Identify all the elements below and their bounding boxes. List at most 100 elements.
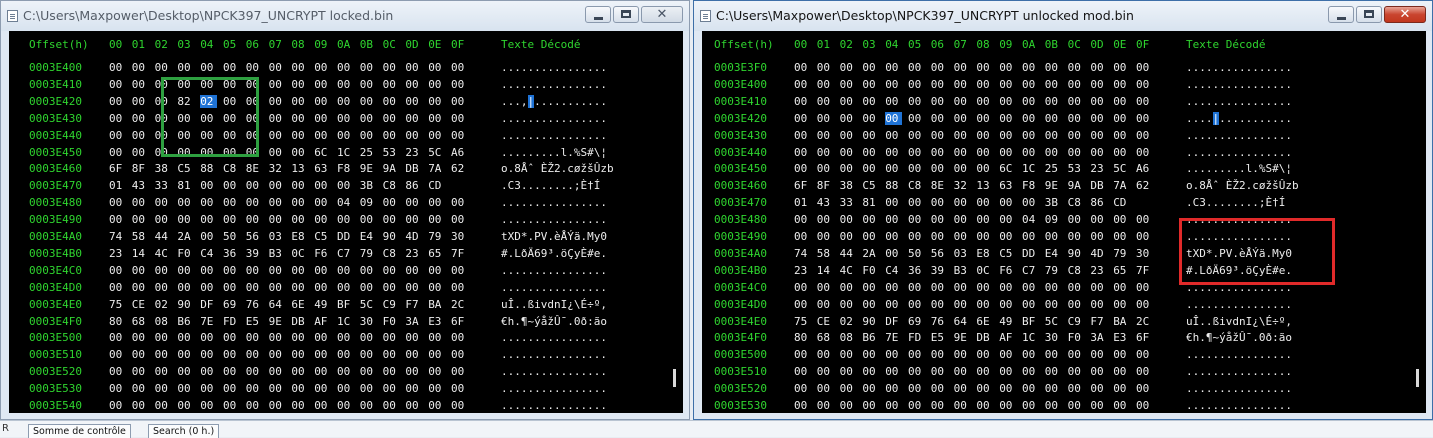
hex-byte[interactable]: 00: [383, 112, 400, 125]
hex-byte[interactable]: 49: [999, 315, 1016, 328]
hex-byte[interactable]: 00: [954, 61, 971, 74]
hex-byte[interactable]: 00: [337, 95, 354, 108]
hex-byte[interactable]: 7E: [885, 331, 902, 344]
hex-byte[interactable]: 00: [451, 129, 468, 142]
hex-byte[interactable]: 00: [954, 365, 971, 378]
hex-byte[interactable]: 00: [155, 382, 172, 395]
hex-byte[interactable]: 62: [1136, 179, 1153, 192]
hex-byte[interactable]: 00: [109, 146, 126, 159]
hex-byte[interactable]: 00: [1113, 298, 1130, 311]
hex-byte[interactable]: 00: [1113, 95, 1130, 108]
hex-byte[interactable]: C7: [337, 247, 354, 260]
hex-byte[interactable]: 00: [405, 348, 422, 361]
hex-byte[interactable]: 90: [177, 298, 194, 311]
hex-byte[interactable]: 9E: [954, 331, 971, 344]
hex-byte[interactable]: 00: [931, 365, 948, 378]
hex-byte[interactable]: 00: [1068, 95, 1085, 108]
hex-byte[interactable]: 00: [999, 146, 1016, 159]
hex-byte[interactable]: 09: [1045, 213, 1062, 226]
hex-byte[interactable]: 00: [428, 196, 445, 209]
hex-byte[interactable]: 00: [383, 264, 400, 277]
hex-byte[interactable]: 00: [1113, 213, 1130, 226]
hex-byte[interactable]: BA: [1113, 315, 1130, 328]
hex-byte[interactable]: C9: [1068, 315, 1085, 328]
hex-byte[interactable]: 00: [840, 213, 857, 226]
hex-byte[interactable]: FD: [223, 315, 240, 328]
hex-byte[interactable]: 00: [451, 348, 468, 361]
hex-byte[interactable]: 00: [976, 399, 993, 412]
decoded-text[interactable]: ................: [1186, 348, 1292, 361]
hex-byte[interactable]: 00: [908, 348, 925, 361]
hex-byte[interactable]: E8: [291, 230, 308, 243]
hex-byte[interactable]: 36: [223, 247, 240, 260]
hex-byte[interactable]: 00: [405, 399, 422, 412]
hex-byte[interactable]: 00: [269, 196, 286, 209]
hex-byte[interactable]: 00: [1022, 281, 1039, 294]
decoded-text[interactable]: ................: [501, 196, 607, 209]
hex-byte[interactable]: 00: [269, 95, 286, 108]
hex-byte[interactable]: 00: [223, 382, 240, 395]
hex-byte[interactable]: 86: [1090, 196, 1107, 209]
hex-byte[interactable]: 00: [1090, 298, 1107, 311]
hex-byte[interactable]: AF: [314, 315, 331, 328]
hex-byte[interactable]: 00: [908, 61, 925, 74]
hex-byte[interactable]: 00: [314, 95, 331, 108]
decoded-text[interactable]: #.LðÄ69³.öÇyÈ#e.: [501, 247, 607, 260]
hex-byte[interactable]: 7F: [1136, 264, 1153, 277]
hex-byte[interactable]: 00: [405, 213, 422, 226]
hex-byte[interactable]: C5: [999, 247, 1016, 260]
hex-byte[interactable]: 00: [1090, 281, 1107, 294]
decoded-text[interactable]: ................: [501, 331, 607, 344]
hex-byte[interactable]: 00: [817, 162, 834, 175]
hex-byte[interactable]: 00: [931, 230, 948, 243]
hex-byte[interactable]: 00: [177, 213, 194, 226]
hex-byte[interactable]: 00: [954, 399, 971, 412]
hex-byte[interactable]: 00: [908, 95, 925, 108]
decoded-text[interactable]: ................: [1186, 365, 1292, 378]
hex-byte[interactable]: C5: [862, 179, 879, 192]
hex-byte[interactable]: 00: [976, 281, 993, 294]
hex-byte[interactable]: 00: [1113, 61, 1130, 74]
hex-byte[interactable]: 00: [337, 365, 354, 378]
hex-byte[interactable]: 3A: [1090, 331, 1107, 344]
hex-byte[interactable]: 43: [817, 196, 834, 209]
hex-byte[interactable]: 32: [954, 179, 971, 192]
hex-byte[interactable]: 00: [428, 112, 445, 125]
hex-byte[interactable]: F7: [1090, 315, 1107, 328]
hex-byte[interactable]: 00: [885, 281, 902, 294]
hex-byte[interactable]: 00: [794, 399, 811, 412]
decoded-text[interactable]: ................: [1186, 382, 1292, 395]
hex-byte[interactable]: 00: [383, 78, 400, 91]
hex-byte[interactable]: 00: [999, 281, 1016, 294]
hex-byte[interactable]: 00: [383, 399, 400, 412]
hex-byte[interactable]: 68: [817, 331, 834, 344]
hex-byte[interactable]: 00: [291, 399, 308, 412]
hex-byte[interactable]: FD: [908, 331, 925, 344]
hex-byte[interactable]: 0C: [976, 264, 993, 277]
hex-byte[interactable]: 5C: [1045, 315, 1062, 328]
hex-byte[interactable]: 00: [246, 213, 263, 226]
hex-byte[interactable]: BF: [337, 298, 354, 311]
hex-byte[interactable]: 00: [269, 78, 286, 91]
hex-byte[interactable]: 00: [794, 365, 811, 378]
hex-byte[interactable]: 30: [451, 230, 468, 243]
hex-byte[interactable]: 00: [451, 264, 468, 277]
hex-byte[interactable]: 43: [132, 179, 149, 192]
hex-byte[interactable]: 00: [1045, 298, 1062, 311]
hex-byte[interactable]: 39: [931, 264, 948, 277]
decoded-text[interactable]: o.8Åˆ ÈŽ2.cøžšÛzb: [501, 162, 614, 175]
hex-byte[interactable]: 00: [999, 348, 1016, 361]
hex-byte[interactable]: 44: [155, 230, 172, 243]
hex-byte[interactable]: 00: [954, 348, 971, 361]
hex-byte[interactable]: 00: [817, 348, 834, 361]
hex-byte[interactable]: 4C: [840, 264, 857, 277]
hex-byte[interactable]: 00: [931, 162, 948, 175]
hex-byte[interactable]: 00: [360, 264, 377, 277]
hex-byte[interactable]: 65: [428, 247, 445, 260]
hex-byte[interactable]: 00: [954, 298, 971, 311]
hex-byte[interactable]: 00: [1090, 146, 1107, 159]
hex-byte[interactable]: 00: [269, 129, 286, 142]
hex-byte[interactable]: 5C: [1113, 162, 1130, 175]
hex-byte[interactable]: 00: [840, 129, 857, 142]
hex-byte[interactable]: 81: [862, 196, 879, 209]
